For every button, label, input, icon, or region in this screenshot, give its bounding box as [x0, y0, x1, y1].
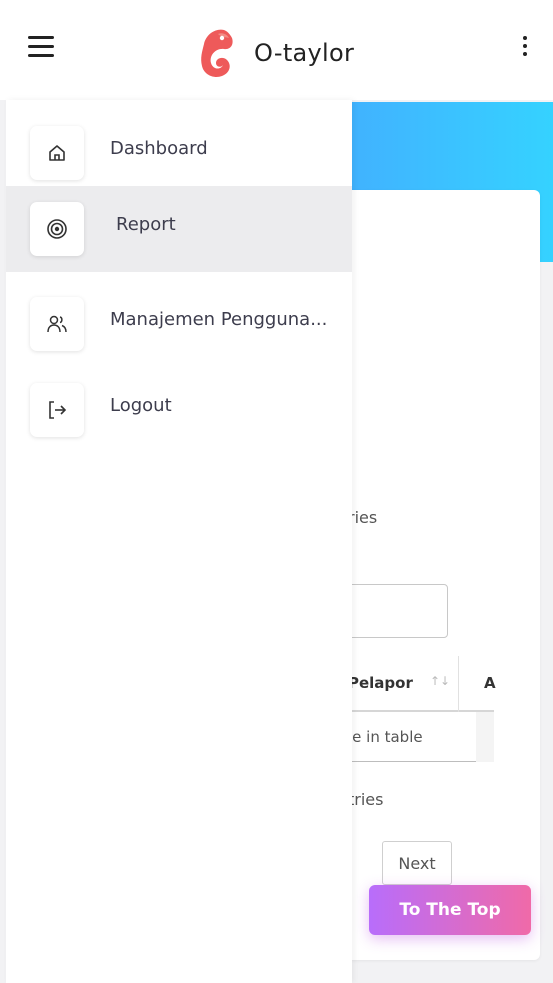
column-header-pelapor[interactable]: Pelapor	[348, 674, 413, 692]
sidebar-item-manajemen-pengguna[interactable]: Manajemen Pengguna...	[6, 281, 352, 367]
hamburger-menu-icon[interactable]	[22, 30, 62, 66]
target-icon	[30, 202, 84, 256]
brand[interactable]: O-taylor	[196, 26, 354, 80]
kebab-menu-icon[interactable]	[517, 34, 533, 62]
sidebar-item-report[interactable]: Report	[6, 186, 352, 272]
home-icon	[30, 126, 84, 180]
table-empty-cell	[476, 712, 494, 762]
to-the-top-button[interactable]: To The Top	[369, 885, 531, 935]
entries-selector-text: ries	[348, 508, 378, 527]
entries-info-text: tries	[348, 790, 384, 809]
app-name: O-taylor	[254, 39, 355, 67]
sidebar-item-logout[interactable]: Logout	[6, 367, 352, 453]
sidebar-item-label: Report	[116, 214, 176, 235]
chameleon-logo	[201, 29, 233, 77]
logout-icon	[30, 383, 84, 437]
users-icon	[30, 297, 84, 351]
next-page-button[interactable]: Next	[382, 841, 452, 885]
column-header-a[interactable]: A	[484, 674, 496, 692]
sidebar-item-label: Manajemen Pengguna...	[110, 309, 328, 330]
sidebar-item-dashboard[interactable]: Dashboard	[6, 110, 352, 196]
sidebar-item-label: Dashboard	[110, 138, 208, 159]
sidebar-item-label: Logout	[110, 395, 172, 416]
top-app-bar: O-taylor	[0, 0, 553, 100]
empty-table-message: le in table	[348, 728, 423, 746]
sort-icon[interactable]: ↑↓	[430, 674, 450, 688]
column-divider	[458, 656, 459, 712]
navigation-drawer: Dashboard Report Manajemen Pengguna... L…	[6, 100, 352, 983]
